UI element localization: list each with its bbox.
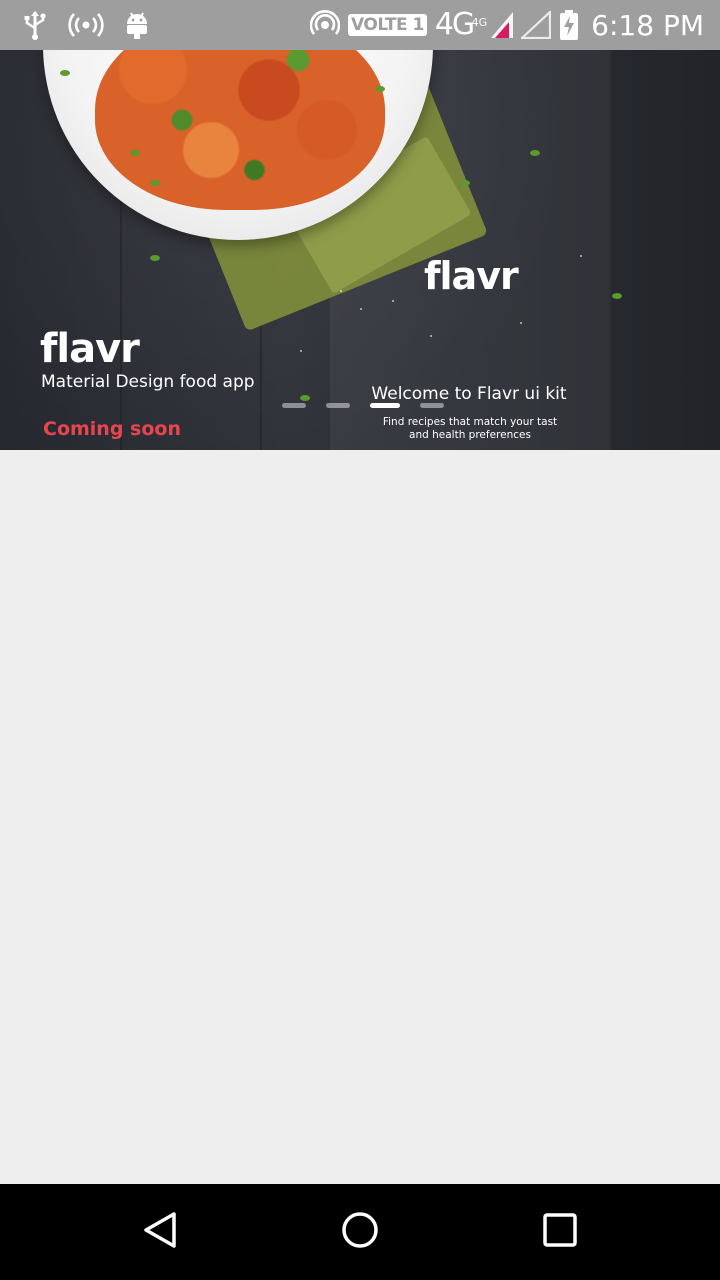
content-area xyxy=(0,450,720,1184)
herb-decoration xyxy=(150,255,160,261)
no-signal-icon xyxy=(521,11,552,39)
home-button[interactable] xyxy=(336,1208,384,1256)
herb-decoration xyxy=(150,180,160,186)
herb-decoration xyxy=(375,86,385,92)
back-button[interactable] xyxy=(136,1208,184,1256)
brand-tagline: Material Design food app xyxy=(41,372,255,392)
network-type: 4G 4G xyxy=(434,7,487,42)
recents-button[interactable] xyxy=(536,1208,584,1256)
network-type-label: 4G xyxy=(434,7,475,42)
herb-decoration xyxy=(612,293,622,299)
page-indicator xyxy=(282,403,444,408)
crumb-decoration xyxy=(430,335,432,337)
page-indicator-dot[interactable] xyxy=(282,403,306,408)
hotspot-icon xyxy=(68,11,104,39)
brand-logo-right: flavr xyxy=(424,254,519,298)
brand-logo-left: flavr xyxy=(40,326,140,372)
crumb-decoration xyxy=(392,300,394,302)
page-indicator-dot[interactable] xyxy=(420,403,444,408)
back-icon xyxy=(140,1210,180,1254)
welcome-title: Welcome to Flavr ui kit xyxy=(371,384,567,404)
page-indicator-dot-active[interactable] xyxy=(370,403,400,408)
android-debug-icon xyxy=(124,10,150,40)
home-icon xyxy=(340,1210,380,1254)
welcome-subtitle: Find recipes that match your tast and he… xyxy=(370,416,570,442)
wifi-calling-icon xyxy=(310,10,341,40)
crumb-decoration xyxy=(580,255,582,257)
herb-decoration xyxy=(130,150,140,156)
recents-icon xyxy=(540,1210,580,1254)
herb-decoration xyxy=(530,150,540,156)
page-indicator-dot[interactable] xyxy=(326,403,350,408)
network-type-sup: 4G xyxy=(471,16,488,29)
promo-banner-slider[interactable]: flavr Material Design food app Coming so… xyxy=(0,50,720,450)
crumb-decoration xyxy=(520,322,522,324)
status-bar: VOLTE 1 4G 4G 6:18 PM xyxy=(0,0,720,50)
herb-decoration xyxy=(60,70,70,76)
system-nav-bar xyxy=(0,1184,720,1280)
coming-soon-label: Coming soon xyxy=(43,418,181,440)
signal-icon xyxy=(491,12,514,38)
welcome-subtitle-line2: and health preferences xyxy=(409,429,531,441)
herb-decoration xyxy=(300,395,310,401)
herb-decoration xyxy=(460,180,470,186)
crumb-decoration xyxy=(300,350,302,352)
volte-badge: VOLTE 1 xyxy=(348,14,427,36)
food-image xyxy=(95,50,385,210)
usb-icon xyxy=(22,10,48,40)
welcome-subtitle-line1: Find recipes that match your tast xyxy=(382,416,558,428)
crumb-decoration xyxy=(340,290,342,292)
crumb-decoration xyxy=(360,308,362,310)
status-clock: 6:18 PM xyxy=(591,8,704,42)
battery-charging-icon xyxy=(559,10,579,40)
